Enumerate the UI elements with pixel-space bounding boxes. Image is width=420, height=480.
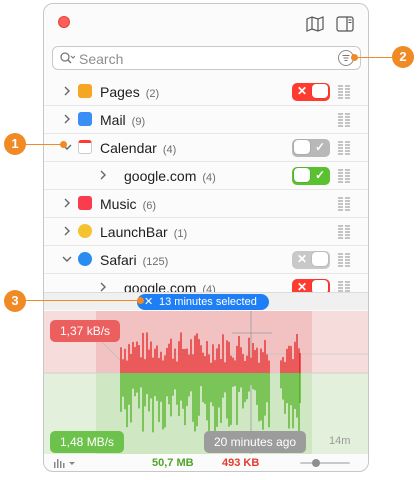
clear-selection-icon[interactable]: ✕ [144, 294, 153, 310]
connection-count: (1) [173, 228, 188, 240]
traffic-level-icon[interactable] [337, 140, 351, 156]
deny-x-icon: ✕ [296, 84, 308, 98]
disclosure-collapsed-icon[interactable] [62, 86, 72, 96]
app-name: Pages (2) [100, 84, 159, 100]
disclosure-collapsed-icon[interactable] [62, 226, 72, 236]
app-row-mail[interactable]: Mail (9) [44, 106, 368, 134]
traffic-level-icon[interactable] [337, 84, 351, 100]
selection-label: 13 minutes selected [159, 296, 257, 308]
app-name-label: google.com [124, 168, 197, 184]
close-button[interactable] [58, 16, 70, 28]
app-name: Calendar (4) [100, 140, 176, 156]
search-icon[interactable] [59, 51, 75, 65]
connection-count: (4) [202, 172, 216, 184]
footer: 50,7 MB 493 KB [44, 454, 368, 471]
launchbar-icon [78, 224, 92, 238]
rule-toggle[interactable]: ✓ [292, 167, 330, 185]
safari-icon [78, 252, 92, 266]
calendar-icon [78, 140, 92, 154]
app-name-label: LaunchBar [100, 224, 168, 240]
zoom-slider-knob[interactable] [312, 459, 320, 467]
callout-2-dot [351, 54, 358, 61]
downloaded-total: 50,7 MB [152, 457, 194, 469]
deny-x-icon: ✕ [296, 252, 308, 266]
app-name-label: Calendar [100, 140, 157, 156]
rule-toggle[interactable]: ✓ [292, 139, 330, 157]
toggle-knob [294, 168, 310, 182]
app-row-launchbar[interactable]: LaunchBar (1) [44, 218, 368, 246]
callout-1: 1 [4, 133, 26, 155]
toggle-knob [294, 140, 310, 154]
callout-3: 3 [4, 290, 26, 312]
callout-3-dot [137, 297, 144, 304]
traffic-level-icon[interactable] [337, 224, 351, 240]
app-name-label: Pages [100, 84, 140, 100]
app-row-calendar-google[interactable]: google.com (4) ✓ [44, 162, 368, 190]
traffic-level-icon[interactable] [337, 252, 351, 268]
map-icon[interactable] [306, 16, 324, 32]
traffic-level-icon[interactable] [337, 112, 351, 128]
app-name: LaunchBar (1) [100, 224, 187, 240]
callout-1-line [26, 144, 62, 145]
search-placeholder: Search [79, 51, 124, 67]
app-row-calendar[interactable]: Calendar (4) ✓ [44, 134, 368, 162]
music-icon [78, 196, 92, 210]
sidebar-icon[interactable] [336, 16, 354, 32]
app-row-safari[interactable]: Safari (125) ✕ [44, 246, 368, 274]
uploaded-total: 493 KB [222, 457, 260, 469]
app-row-pages[interactable]: Pages (2) ✕ [44, 78, 368, 106]
traffic-level-icon[interactable] [337, 168, 351, 184]
allow-check-icon: ✓ [314, 140, 326, 154]
traffic-level-icon[interactable] [337, 196, 351, 212]
connection-count: (2) [145, 88, 160, 100]
traffic-graph[interactable]: 1,37 kB/s 1,48 MB/s 20 minutes ago 14m [44, 311, 368, 454]
disclosure-collapsed-icon[interactable] [62, 198, 72, 208]
rule-toggle[interactable]: ✕ [292, 83, 330, 101]
toggle-knob [312, 84, 328, 98]
pages-icon [78, 84, 92, 98]
mail-icon [78, 112, 92, 126]
connection-count: (9) [131, 116, 146, 128]
download-rate-badge: 1,48 MB/s [50, 431, 125, 453]
disclosure-collapsed-icon[interactable] [62, 114, 72, 124]
app-name-label: Music [100, 196, 137, 212]
callout-3-line [26, 300, 140, 301]
little-snitch-mini-window: Search Pages (2) ✕ Mail (9) Calendar (4) ✓ googl… [43, 3, 369, 472]
app-name-label: Mail [100, 112, 126, 128]
connection-count: (6) [142, 200, 157, 212]
callout-2: 2 [392, 46, 414, 68]
zoom-slider-track[interactable] [300, 459, 350, 467]
callout-1-dot [60, 141, 67, 148]
search-field[interactable]: Search [52, 46, 361, 70]
app-name: Safari (125) [100, 252, 168, 268]
disclosure-collapsed-icon[interactable] [98, 282, 108, 292]
rule-toggle[interactable]: ✕ [292, 251, 330, 269]
time-ago-badge: 20 minutes ago [204, 431, 307, 453]
time-axis-label: 14m [329, 435, 351, 447]
connection-count: (4) [162, 144, 177, 156]
disclosure-expanded-icon[interactable] [62, 254, 72, 264]
allow-check-icon: ✓ [314, 168, 326, 182]
app-name-label: Safari [100, 252, 137, 268]
selection-pill[interactable]: ✕ 13 minutes selected [137, 294, 269, 310]
toggle-knob [312, 252, 328, 266]
upload-rate-badge: 1,37 kB/s [50, 320, 121, 342]
app-name: Music (6) [100, 196, 156, 212]
callout-2-line [354, 57, 392, 58]
disclosure-collapsed-icon[interactable] [98, 170, 108, 180]
app-row-music[interactable]: Music (6) [44, 190, 368, 218]
app-name: Mail (9) [100, 112, 145, 128]
app-name: google.com (4) [124, 168, 216, 184]
connection-count: (125) [142, 256, 169, 268]
bar-chart-menu-icon[interactable] [54, 458, 76, 468]
